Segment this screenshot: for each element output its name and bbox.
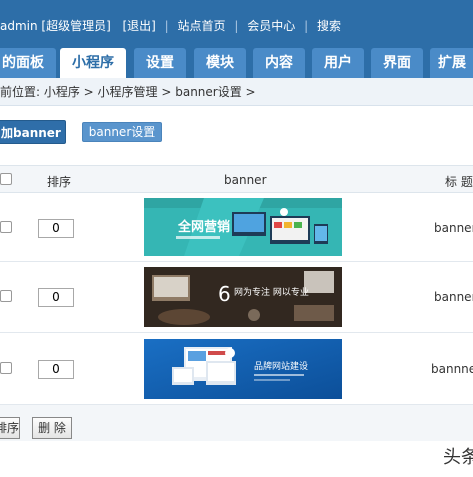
row-checkbox[interactable]: [0, 290, 12, 302]
user-info: admin [超级管理员]: [0, 19, 111, 33]
banner-text: 网为专注 网以专业: [234, 286, 309, 298]
table-row: 0 6 网为专注 网以专业 banner: [0, 262, 473, 333]
add-banner-button[interactable]: 加banner: [0, 120, 66, 144]
select-all-checkbox[interactable]: [0, 173, 12, 185]
tab-panel[interactable]: 的面板: [0, 48, 56, 78]
top-links: admin [超级管理员] [退出] | 站点首页 | 会员中心 | 搜索: [0, 17, 341, 34]
tab-extensions[interactable]: 扩展: [430, 48, 473, 78]
top-bar: admin [超级管理员] [退出] | 站点首页 | 会员中心 | 搜索: [0, 0, 473, 48]
banner-settings-button[interactable]: banner设置: [82, 122, 162, 142]
order-input[interactable]: 0: [38, 288, 74, 307]
breadcrumb-text: 前位置: 小程序 > 小程序管理 > banner设置 >: [0, 85, 256, 99]
tab-miniprogram[interactable]: 小程序: [60, 48, 126, 78]
banner-image: 全网营销: [144, 198, 342, 256]
main-nav: 的面板 小程序 设置 模块 内容 用户 界面 扩展: [0, 48, 473, 78]
column-header-title: 标 题: [445, 175, 473, 189]
banner-image: 6 网为专注 网以专业: [144, 267, 342, 327]
column-header-banner: banner: [224, 173, 267, 187]
table-row: 0 全网营销 banner: [0, 193, 473, 262]
table-footer: 排序 删 除: [0, 405, 473, 441]
row-checkbox[interactable]: [0, 221, 12, 233]
banner-image: 品牌网站建设: [144, 339, 342, 399]
banner-number: 6: [218, 282, 231, 306]
row-title: bannne: [431, 362, 473, 376]
banner-text: 品牌网站建设: [254, 360, 308, 372]
tab-users[interactable]: 用户: [312, 48, 364, 78]
banner-text: 全网营销: [177, 219, 230, 235]
tab-interface[interactable]: 界面: [371, 48, 423, 78]
tab-modules[interactable]: 模块: [194, 48, 246, 78]
delete-button[interactable]: 删 除: [32, 417, 72, 439]
table-header: 排序 banner 标 题: [0, 165, 473, 193]
sort-button[interactable]: 排序: [0, 417, 20, 439]
row-checkbox[interactable]: [0, 362, 12, 374]
separator: |: [304, 19, 309, 33]
tab-content[interactable]: 内容: [253, 48, 305, 78]
order-input[interactable]: 0: [38, 219, 74, 238]
order-input[interactable]: 0: [38, 360, 74, 379]
breadcrumb: 前位置: 小程序 > 小程序管理 > banner设置 >: [0, 78, 473, 106]
watermark-text: 头条: [443, 447, 473, 468]
separator: |: [164, 19, 169, 33]
logout-link[interactable]: [退出]: [122, 17, 155, 34]
site-home-link[interactable]: 站点首页: [178, 17, 226, 34]
member-center-link[interactable]: 会员中心: [247, 17, 295, 34]
separator: |: [234, 19, 239, 33]
row-title: banner: [434, 221, 473, 235]
tab-settings[interactable]: 设置: [134, 48, 186, 78]
table-row: 0 品牌网站建设 bannne: [0, 333, 473, 405]
search-link[interactable]: 搜索: [317, 17, 341, 34]
column-header-order: 排序: [47, 175, 72, 189]
row-title: banner: [434, 290, 473, 304]
